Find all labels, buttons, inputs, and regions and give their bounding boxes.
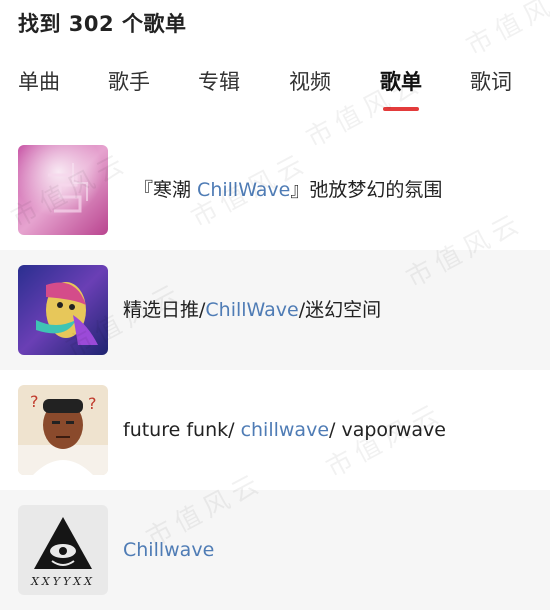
playlist-item[interactable]: ? ? future funk/ chillwave/ vaporwave [0, 370, 550, 490]
tab-artists[interactable]: 歌手 [108, 66, 150, 96]
tab-playlists[interactable]: 歌单 [380, 66, 422, 96]
title-keyword-highlight: ChillWave [197, 179, 291, 201]
tab-videos[interactable]: 视频 [289, 66, 331, 96]
svg-text:?: ? [30, 392, 39, 411]
playlist-title: 『寒潮 ChillWave』弛放梦幻的氛围 [134, 130, 442, 250]
playlist-item[interactable]: XXYYXX Chillwave [0, 490, 550, 610]
title-text: /迷幻空间 [298, 299, 382, 321]
active-tab-indicator [383, 107, 419, 111]
playlist-cover: ? ? [18, 385, 108, 475]
tab-lyrics[interactable]: 歌词 [470, 66, 512, 96]
title-text: 精选日推/ [123, 299, 206, 321]
title-text: future funk/ [123, 419, 241, 441]
playlist-list: 『寒潮 ChillWave』弛放梦幻的氛围 精选日推/ChillWave/迷幻空… [0, 130, 550, 610]
tab-albums[interactable]: 专辑 [198, 66, 240, 96]
search-category-tabs: 单曲 歌手 专辑 视频 歌单 歌词 [0, 66, 550, 112]
playlist-item[interactable]: 精选日推/ChillWave/迷幻空间 [0, 250, 550, 370]
cover-artist-text: XXYYXX [31, 575, 95, 588]
playlist-cover: XXYYXX [18, 505, 108, 595]
playlist-cover [18, 265, 108, 355]
title-keyword-highlight: ChillWave [205, 299, 299, 321]
title-keyword-highlight: chillwave [240, 419, 330, 441]
watermark-text: 市值风云 [461, 0, 550, 63]
title-text: 』弛放梦幻的氛围 [290, 179, 443, 201]
playlist-item[interactable]: 『寒潮 ChillWave』弛放梦幻的氛围 [0, 130, 550, 250]
svg-text:?: ? [88, 394, 97, 413]
playlist-cover [18, 145, 108, 235]
playlist-title: Chillwave [123, 490, 214, 610]
playlist-title: 精选日推/ChillWave/迷幻空间 [123, 250, 381, 370]
title-text: / vaporwave [329, 419, 446, 441]
playlist-title: future funk/ chillwave/ vaporwave [123, 370, 446, 490]
result-count-title: 找到 302 个歌单 [18, 12, 187, 36]
title-text: 『寒潮 [134, 179, 198, 201]
tab-songs[interactable]: 单曲 [18, 66, 60, 96]
title-keyword-highlight: Chillwave [123, 539, 215, 561]
